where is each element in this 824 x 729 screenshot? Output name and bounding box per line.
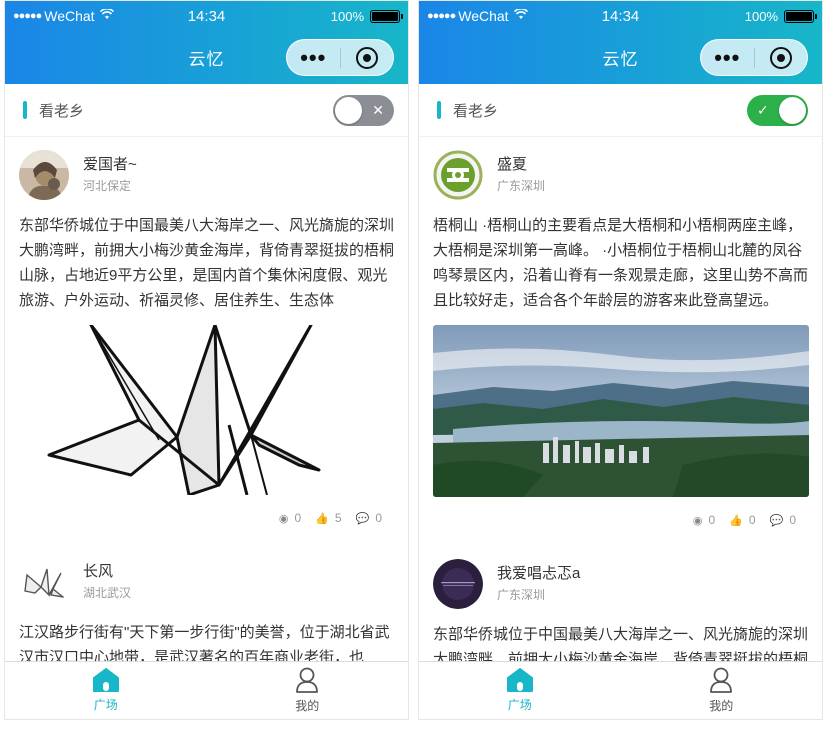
phone-screen-left: ●●●●● WeChat 14:34 100% 云忆 ••• 看老乡 ✕ 爱国者…: [4, 0, 409, 720]
author-name[interactable]: 长风: [83, 561, 131, 583]
author-name[interactable]: 我爱唱忐忑a: [497, 563, 580, 585]
tab-mine[interactable]: 我的: [621, 662, 823, 719]
comment-icon[interactable]: 💬: [770, 514, 784, 527]
comment-count: 0: [789, 513, 796, 527]
carrier-name: WeChat: [458, 8, 509, 24]
status-bar: ●●●●● WeChat 14:34 100%: [5, 1, 408, 31]
post-text: 梧桐山 ·梧桐山的主要看点是大梧桐和小梧桐两座主峰，大梧桐是深圳第一高峰。 ·小…: [433, 217, 809, 309]
avatar[interactable]: [19, 557, 69, 607]
post-feed[interactable]: 爱国者~ 河北保定 东部华侨城位于中国最美八大海岸之一、风光旖旎的深圳大鹏湾畔，…: [5, 137, 408, 661]
thumbs-up-icon[interactable]: 👍: [315, 512, 329, 525]
author-location: 河北保定: [83, 179, 132, 193]
paper-crane-image[interactable]: [19, 323, 396, 500]
app-header: ●●●●● WeChat 14:34 100% 云忆 •••: [419, 1, 822, 84]
page-title: 云忆: [188, 50, 225, 69]
eye-icon: ◉: [692, 514, 703, 527]
filter-bar: 看老乡 ✕: [5, 84, 408, 137]
tab-mine-label: 我的: [709, 699, 734, 713]
tab-plaza-label: 广场: [93, 698, 118, 712]
post-header: 爱国者~ 河北保定: [19, 149, 394, 201]
home-icon: [506, 668, 533, 692]
page-title: 云忆: [602, 50, 639, 69]
wifi-icon: [513, 8, 528, 23]
comment-icon[interactable]: 💬: [356, 512, 370, 525]
navigation-bar: 云忆 •••: [419, 31, 822, 84]
phone-screen-right: ●●●●● WeChat 14:34 100% 云忆 ••• 看老乡 ✓ 盛夏 …: [418, 0, 823, 720]
post-card[interactable]: 爱国者~ 河北保定 东部华侨城位于中国最美八大海岸之一、风光旖旎的深圳大鹏湾畔，…: [5, 137, 408, 536]
tab-plaza[interactable]: 广场: [419, 662, 621, 719]
author-location: 广东深圳: [497, 588, 546, 602]
toggle-knob: [779, 96, 806, 124]
author-location: 广东深圳: [497, 179, 546, 193]
user-icon: [296, 667, 319, 693]
avatar[interactable]: [433, 559, 483, 609]
carrier-name: WeChat: [44, 8, 95, 24]
more-menu-icon[interactable]: •••: [287, 39, 340, 76]
author-name[interactable]: 爱国者~: [83, 154, 137, 176]
tab-plaza[interactable]: 广场: [5, 662, 207, 719]
hometown-toggle[interactable]: ✕: [333, 94, 394, 126]
close-miniprogram-button[interactable]: [341, 46, 394, 69]
hometown-toggle[interactable]: ✓: [747, 94, 808, 126]
like-count: 5: [334, 511, 342, 525]
hometown-filter-label: 看老乡: [453, 102, 499, 120]
post-header: 盛夏 广东深圳: [433, 149, 808, 201]
navigation-bar: 云忆 •••: [5, 31, 408, 84]
target-close-icon: [355, 46, 378, 69]
check-icon: ✓: [757, 101, 769, 118]
post-feed[interactable]: 盛夏 广东深圳 梧桐山 ·梧桐山的主要看点是大梧桐和小梧桐两座主峰，大梧桐是深圳…: [419, 137, 822, 661]
battery-icon: [370, 9, 403, 23]
user-icon: [710, 667, 733, 693]
hometown-filter-label: 看老乡: [39, 102, 85, 120]
view-count: 0: [708, 513, 716, 527]
home-icon: [92, 668, 119, 692]
post-card[interactable]: 长风 湖北武汉 江汉路步行街有"天下第一步行街"的美誉，位于湖北省武汉市汉口中心…: [5, 536, 408, 661]
post-stats: ◉ 0 👍 5 💬 0: [19, 500, 394, 536]
status-bar: ●●●●● WeChat 14:34 100%: [419, 1, 822, 31]
signal-strength-icon: ●●●●●: [13, 10, 42, 22]
battery-percent: 100%: [330, 8, 364, 24]
author-name[interactable]: 盛夏: [497, 154, 545, 176]
eye-icon: ◉: [278, 512, 289, 525]
tab-mine[interactable]: 我的: [207, 662, 409, 719]
thumbs-up-icon[interactable]: 👍: [729, 514, 743, 527]
miniprogram-capsule: •••: [286, 39, 394, 76]
accent-marker: [23, 101, 27, 119]
target-close-icon: [769, 46, 792, 69]
post-text: 东部华侨城位于中国最美八大海岸之一、风光旖旎的深圳大鹏湾畔，前拥大小梅沙黄金海岸…: [433, 626, 809, 661]
filter-bar: 看老乡 ✓: [419, 84, 822, 137]
wifi-icon: [99, 8, 114, 23]
tab-mine-label: 我的: [295, 699, 320, 713]
app-header: ●●●●● WeChat 14:34 100% 云忆 •••: [5, 1, 408, 84]
close-miniprogram-button[interactable]: [755, 46, 808, 69]
post-card[interactable]: 盛夏 广东深圳 梧桐山 ·梧桐山的主要看点是大梧桐和小梧桐两座主峰，大梧桐是深圳…: [419, 137, 822, 538]
post-card[interactable]: 我爱唱忐忑a 广东深圳 东部华侨城位于中国最美八大海岸之一、风光旖旎的深圳大鹏湾…: [419, 538, 822, 661]
tab-bar: 广场 我的: [419, 661, 822, 719]
author-location: 湖北武汉: [83, 586, 132, 600]
battery-percent: 100%: [744, 8, 778, 24]
like-count: 0: [748, 513, 756, 527]
avatar[interactable]: [19, 150, 69, 200]
post-header: 我爱唱忐忑a 广东深圳: [433, 558, 808, 610]
miniprogram-capsule: •••: [700, 39, 808, 76]
view-count: 0: [294, 511, 302, 525]
post-stats: ◉ 0 👍 0 💬 0: [433, 502, 808, 538]
close-icon: ✕: [372, 101, 384, 118]
post-text: 东部华侨城位于中国最美八大海岸之一、风光旖旎的深圳大鹏湾畔，前拥大小梅沙黄金海岸…: [19, 217, 395, 309]
battery-icon: [784, 9, 817, 23]
tab-bar: 广场 我的: [5, 661, 408, 719]
comment-count: 0: [375, 511, 382, 525]
more-menu-icon[interactable]: •••: [701, 39, 754, 76]
avatar[interactable]: [433, 150, 483, 200]
signal-strength-icon: ●●●●●: [427, 10, 456, 22]
mountain-lake-photo[interactable]: [433, 325, 809, 502]
tab-plaza-label: 广场: [507, 698, 532, 712]
post-header: 长风 湖北武汉: [19, 556, 394, 608]
accent-marker: [437, 101, 441, 119]
toggle-knob: [335, 96, 362, 124]
post-text: 江汉路步行街有"天下第一步行街"的美誉，位于湖北省武汉市汉口中心地带，是武汉著名…: [19, 624, 390, 661]
